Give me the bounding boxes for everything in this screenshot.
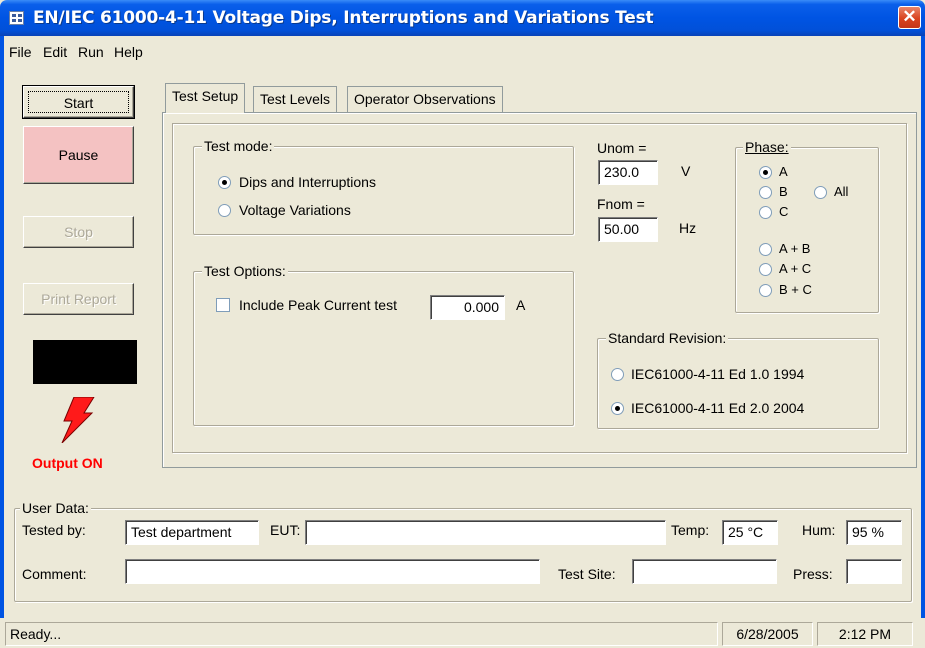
tab-test-setup[interactable]: Test Setup <box>165 83 246 113</box>
unom-unit: V <box>681 163 691 179</box>
tested-by-field[interactable]: Test department <box>125 520 259 545</box>
radio-phase-c[interactable] <box>759 206 772 219</box>
menu-bar: File Edit Run Help <box>0 36 925 64</box>
fnom-unit: Hz <box>679 220 697 236</box>
ed1-1994-label: IEC61000-4-11 Ed 1.0 1994 <box>631 366 805 382</box>
start-button[interactable]: Start <box>22 85 135 119</box>
phase-all-label: All <box>834 184 849 199</box>
test-options-group <box>193 271 574 426</box>
pause-button[interactable]: Pause <box>23 126 134 184</box>
phase-title: Phase: <box>743 139 791 155</box>
radio-phase-ac[interactable] <box>759 263 772 276</box>
eut-label: EUT: <box>270 522 301 538</box>
start-button-label: Start <box>28 91 129 113</box>
temp-field[interactable]: 25 °C <box>722 520 778 545</box>
tested-by-label: Tested by: <box>22 522 86 538</box>
user-data-title: User Data: <box>20 500 91 516</box>
radio-phase-a[interactable] <box>759 166 772 179</box>
test-options-title: Test Options: <box>202 263 288 279</box>
print-report-button[interactable]: Print Report <box>23 283 134 315</box>
output-status-label: Output ON <box>32 455 103 471</box>
phase-c-label: C <box>779 204 789 219</box>
app-icon <box>9 11 24 25</box>
window-border-right <box>921 36 925 648</box>
title-bar: EN/IEC 61000-4-11 Voltage Dips, Interrup… <box>0 0 925 36</box>
phase-ab-label: A + B <box>779 241 811 256</box>
window-title: EN/IEC 61000-4-11 Voltage Dips, Interrup… <box>33 8 654 28</box>
radio-ed1-1994[interactable] <box>611 368 624 381</box>
radio-phase-bc[interactable] <box>759 284 772 297</box>
voltage-variations-label: Voltage Variations <box>239 202 351 218</box>
phase-bc-label: B + C <box>779 282 812 297</box>
standard-revision-title: Standard Revision: <box>606 330 729 346</box>
tab-test-levels[interactable]: Test Levels <box>253 86 338 112</box>
test-site-label: Test Site: <box>558 566 616 582</box>
peak-current-label: Include Peak Current test <box>239 297 397 313</box>
radio-phase-all[interactable] <box>814 186 827 199</box>
lightning-bolt-icon <box>61 397 95 443</box>
eut-field[interactable] <box>305 520 666 545</box>
tab-operator-observations[interactable]: Operator Observations <box>347 86 503 112</box>
dips-interruptions-label: Dips and Interruptions <box>239 174 376 190</box>
fnom-field[interactable]: 50.00 <box>598 217 658 242</box>
temp-label: Temp: <box>671 522 710 538</box>
hum-label: Hum: <box>802 522 836 538</box>
menu-run[interactable]: Run <box>78 44 104 60</box>
status-bar: Ready... 6/28/2005 2:12 PM <box>0 618 925 648</box>
close-icon[interactable]: ✕ <box>898 6 921 29</box>
hum-field[interactable]: 95 % <box>846 520 902 545</box>
peak-current-unit: A <box>516 297 526 313</box>
status-date: 6/28/2005 <box>722 622 813 646</box>
peak-current-field[interactable]: 0.000 <box>430 295 505 320</box>
fnom-label: Fnom = <box>597 196 645 212</box>
test-site-field[interactable] <box>632 559 777 584</box>
radio-voltage-variations[interactable] <box>218 204 231 217</box>
status-time: 2:12 PM <box>817 622 913 646</box>
test-mode-group <box>193 146 574 235</box>
phase-b-label: B <box>779 184 788 199</box>
comment-label: Comment: <box>22 566 87 582</box>
status-message: Ready... <box>5 622 718 646</box>
peak-current-checkbox[interactable] <box>216 298 230 312</box>
test-mode-title: Test mode: <box>202 138 275 154</box>
radio-phase-b[interactable] <box>759 186 772 199</box>
menu-edit[interactable]: Edit <box>43 44 67 60</box>
radio-ed2-2004[interactable] <box>611 402 624 415</box>
radio-phase-ab[interactable] <box>759 243 772 256</box>
radio-dips-interruptions[interactable] <box>218 176 231 189</box>
press-field[interactable] <box>846 559 902 584</box>
window-border-left <box>0 36 4 648</box>
ed2-2004-label: IEC61000-4-11 Ed 2.0 2004 <box>631 400 805 416</box>
menu-file[interactable]: File <box>9 44 32 60</box>
phase-a-label: A <box>779 164 788 179</box>
output-indicator-display <box>33 340 137 384</box>
unom-field[interactable]: 230.0 <box>598 160 658 185</box>
stop-button[interactable]: Stop <box>23 216 134 248</box>
unom-label: Unom = <box>597 140 647 156</box>
menu-help[interactable]: Help <box>114 44 143 60</box>
phase-ac-label: A + C <box>779 261 812 276</box>
press-label: Press: <box>793 566 833 582</box>
comment-field[interactable] <box>125 559 540 584</box>
